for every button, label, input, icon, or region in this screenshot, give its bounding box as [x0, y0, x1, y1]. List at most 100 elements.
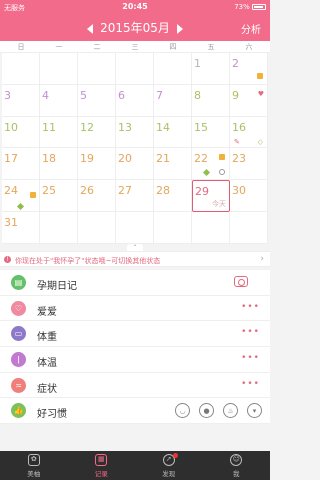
calendar-day-empty — [116, 53, 154, 85]
chevron-right-icon: › — [260, 254, 264, 264]
list-item-label: 体重 — [37, 332, 57, 344]
list-item-temperature[interactable]: ǀ 体温 ••• — [0, 347, 270, 373]
calendar-day[interactable]: 4 — [40, 84, 78, 117]
list-item-label: 爱爱 — [37, 306, 57, 318]
weekday-label: 三 — [131, 43, 139, 51]
state-banner[interactable]: ! 你现在处于"我怀孕了"状态哦~可切换其他状态 › — [0, 251, 270, 267]
calendar-day-empty — [78, 211, 116, 244]
diamond-icon — [202, 169, 211, 177]
day-number: 26 — [80, 184, 94, 198]
list-item-diary[interactable]: ▤ 孕期日记 — [0, 270, 270, 296]
today-label: 今天 — [212, 199, 226, 208]
camera-icon[interactable] — [234, 276, 248, 287]
toilet-icon[interactable]: ▾ — [247, 403, 262, 419]
tab-me[interactable]: ☺ 我 — [203, 451, 271, 480]
more-icon[interactable]: ••• — [241, 302, 260, 312]
prev-month-icon[interactable] — [87, 23, 94, 34]
state-text: 你现在处于"我怀孕了"状态哦~可切换其他状态 — [15, 257, 161, 265]
thermometer-icon: ǀ — [11, 352, 26, 368]
calendar-day[interactable]: 11 — [40, 116, 78, 149]
day-number: 22 — [194, 152, 208, 166]
notification-badge — [172, 453, 178, 458]
calendar-day[interactable]: 31 — [2, 211, 40, 244]
cup-icon[interactable]: ♨ — [223, 403, 238, 419]
day-number: 12 — [80, 120, 94, 134]
calendar-day[interactable]: 24 — [2, 180, 40, 212]
fruit-icon[interactable]: ● — [199, 403, 214, 419]
weekday-row: 日 一 二 三 四 五 六 — [0, 41, 270, 53]
calendar-day[interactable]: 13 — [116, 116, 154, 149]
tab-label: 美柚 — [27, 470, 41, 478]
calendar-icon: ▦ — [95, 454, 108, 466]
calendar-day[interactable]: 25 — [40, 180, 78, 212]
calendar-day[interactable]: 14 — [154, 116, 192, 149]
calendar-day[interactable]: 6 — [116, 84, 154, 117]
list-item-label: 好习惯 — [37, 409, 67, 421]
more-icon[interactable]: ••• — [241, 379, 260, 389]
calendar-day[interactable]: 19 — [78, 148, 116, 181]
more-icon[interactable]: ••• — [241, 353, 260, 363]
day-number: 5 — [80, 88, 87, 102]
calendar-day[interactable]: 5 — [78, 84, 116, 117]
calendar-day[interactable]: 2 — [230, 53, 268, 85]
battery-percent: 73% — [234, 3, 250, 11]
day-number: 14 — [156, 120, 170, 134]
calendar-day[interactable]: 30 — [230, 180, 268, 212]
calendar-day[interactable]: 12 — [78, 116, 116, 149]
battery-icon — [252, 4, 266, 10]
calendar-day[interactable]: 18 — [40, 148, 78, 181]
list-item-label: 孕期日记 — [37, 281, 77, 292]
calendar-day-today[interactable]: 29 今天 — [192, 180, 230, 212]
day-number: 13 — [118, 120, 132, 134]
record-marker-icon — [257, 73, 263, 79]
calendar-day[interactable]: 26 — [78, 180, 116, 212]
calendar-day[interactable]: 16 ✎ ◇ — [230, 116, 268, 149]
day-number: 9 — [232, 88, 239, 102]
calendar-day[interactable]: 3 — [2, 84, 40, 117]
tab-discover[interactable]: ➚ 发现 — [135, 451, 203, 480]
tab-label: 记录 — [94, 470, 108, 478]
list-item-symptoms[interactable]: ≍ 症状 ••• — [0, 373, 270, 399]
day-number: 28 — [156, 184, 170, 198]
calendar-day-empty — [78, 53, 116, 85]
calendar-day[interactable]: 10 — [2, 116, 40, 149]
day-number: 29 — [195, 185, 209, 199]
calendar-day[interactable]: 28 — [154, 180, 192, 212]
calendar-day[interactable]: 23 — [230, 148, 268, 181]
weekday-label: 一 — [55, 43, 63, 51]
calendar-day[interactable]: 1 — [192, 53, 230, 85]
list-item-love[interactable]: ♡ 爱爱 ••• — [0, 296, 270, 322]
next-month-icon[interactable] — [176, 23, 183, 34]
calendar-day[interactable]: 17 — [2, 148, 40, 181]
list-item-weight[interactable]: ▭ 体重 ••• — [0, 321, 270, 348]
tab-record[interactable]: ▦ 记录 — [68, 451, 136, 480]
profile-icon: ☺ — [230, 454, 243, 466]
calendar-day[interactable]: 21 — [154, 148, 192, 181]
tab-meiyou[interactable]: ✿ 美柚 — [0, 451, 68, 480]
calendar-day[interactable]: 15 — [192, 116, 230, 149]
calendar-day[interactable]: 7 — [154, 84, 192, 117]
app-screen: 无服务 20:45 73% 2015年05月 分析 日 一 二 三 四 五 六 … — [0, 0, 270, 480]
day-number: 21 — [156, 152, 170, 166]
day-number: 19 — [80, 152, 94, 166]
calendar-day[interactable]: 27 — [116, 180, 154, 212]
more-icon[interactable]: ••• — [241, 327, 260, 337]
list-item-habits[interactable]: 👍 好习惯 ◡ ● ♨ ▾ — [0, 398, 270, 425]
day-number: 15 — [194, 120, 208, 134]
day-number: 18 — [42, 152, 56, 166]
calendar-day-empty — [116, 211, 154, 244]
heart-icon: ♡ — [11, 300, 26, 316]
bottom-tab-bar: ✿ 美柚 ▦ 记录 ➚ 发现 ☺ 我 — [0, 451, 270, 480]
day-number: 24 — [4, 184, 18, 198]
day-number: 10 — [4, 120, 18, 134]
calendar-day[interactable]: 20 — [116, 148, 154, 181]
calendar-day[interactable]: 9 ♥ — [230, 84, 268, 117]
calendar-day-empty — [40, 211, 78, 244]
day-number: 11 — [42, 120, 56, 134]
analysis-button[interactable]: 分析 — [241, 21, 261, 36]
record-marker-icon — [30, 192, 36, 199]
calendar-day[interactable]: 22 — [192, 148, 230, 181]
calendar-day[interactable]: 8 — [192, 84, 230, 117]
rice-bowl-icon[interactable]: ◡ — [175, 403, 190, 419]
day-number: 17 — [4, 152, 18, 166]
